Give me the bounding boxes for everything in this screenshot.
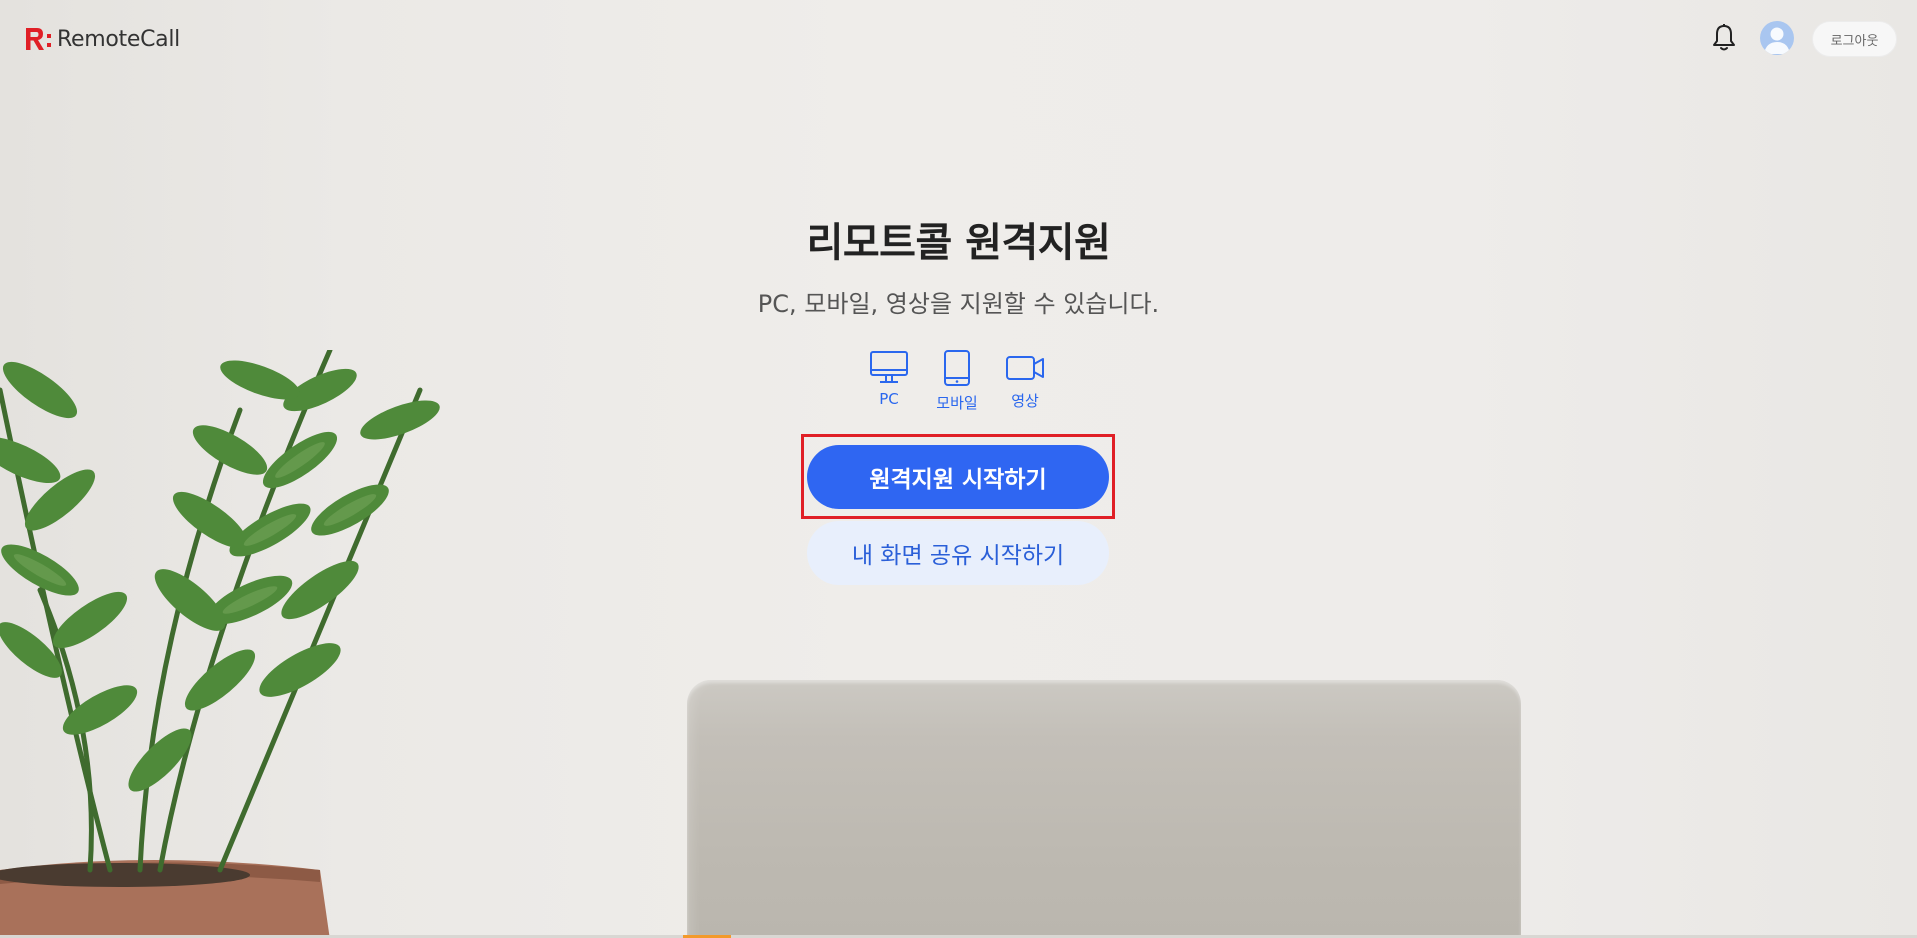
feature-video: 영상: [1002, 350, 1048, 413]
logo[interactable]: RemoteCall: [24, 24, 180, 54]
header: RemoteCall 로그아웃: [0, 0, 1917, 78]
feature-label-video: 영상: [1011, 392, 1039, 410]
page: RemoteCall 로그아웃 리모트콜 원격지원 PC, 모바일, 영상을 지…: [0, 0, 1917, 938]
plant-illustration: [0, 350, 440, 938]
logo-text: RemoteCall: [57, 26, 180, 52]
page-title: 리모트콜 원격지원: [806, 220, 1111, 266]
start-screen-share-button[interactable]: 내 화면 공유 시작하기: [807, 521, 1109, 585]
video-camera-icon: [1006, 356, 1044, 380]
start-remote-support-button[interactable]: 원격지원 시작하기: [807, 445, 1109, 509]
feature-label-mobile: 모바일: [936, 394, 978, 412]
page-subtitle: PC, 모바일, 영상을 지원할 수 있습니다.: [757, 290, 1160, 318]
feature-mobile: 모바일: [934, 350, 980, 413]
laptop-illustration: [687, 680, 1521, 938]
avatar[interactable]: [1760, 21, 1794, 55]
logout-button[interactable]: 로그아웃: [1812, 21, 1897, 57]
bell-icon[interactable]: [1711, 23, 1737, 53]
feature-label-pc: PC: [879, 390, 899, 408]
feature-list: PC 모바일 영상: [866, 350, 1048, 413]
user-icon: [1764, 27, 1790, 54]
feature-pc: PC: [866, 350, 912, 413]
tablet-icon: [944, 350, 970, 386]
monitor-icon: [870, 351, 908, 383]
remotecall-logo-icon: [26, 28, 51, 50]
